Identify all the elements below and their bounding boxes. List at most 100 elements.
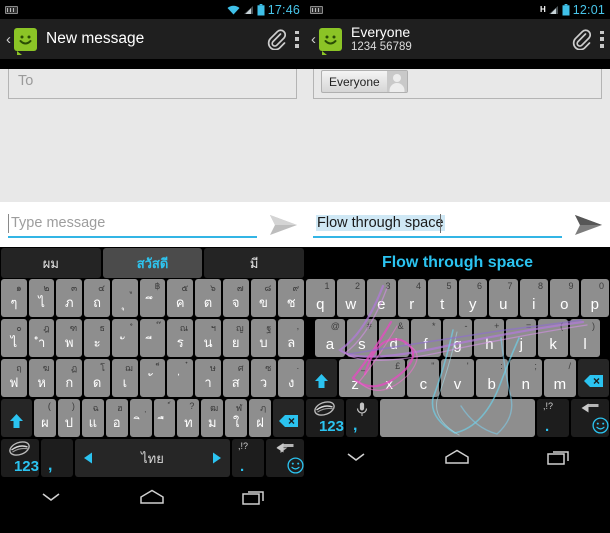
key-z[interactable]: _ z — [339, 359, 372, 397]
key-a[interactable]: @ a — [315, 319, 345, 357]
key-ๆ[interactable]: ๑ๆ — [1, 279, 27, 317]
comma-key[interactable]: , — [41, 439, 73, 477]
space-key[interactable]: ไทย — [75, 439, 230, 477]
hide-keyboard-icon[interactable] — [34, 485, 68, 509]
space-key[interactable] — [380, 399, 535, 437]
key-ส[interactable]: ศส — [222, 359, 249, 397]
key-g[interactable]: -g — [442, 319, 473, 357]
key-s[interactable]: # s — [346, 319, 377, 357]
home-icon[interactable] — [135, 485, 169, 509]
key-ำ[interactable]: ฎำ — [28, 319, 55, 357]
key-ต[interactable]: ๖ต — [195, 279, 221, 317]
recents-icon[interactable] — [237, 485, 271, 509]
key-f[interactable]: * f — [410, 319, 441, 357]
key-ิ[interactable]: ฺิ — [129, 399, 152, 437]
key-ม[interactable]: ฒม — [201, 399, 224, 437]
send-icon[interactable] — [573, 213, 604, 237]
key-ผ[interactable]: (ผ — [34, 399, 56, 437]
key-บ[interactable]: ฐบ — [250, 319, 277, 357]
key-ภ[interactable]: ๓ภ — [56, 279, 83, 317]
key-ะ[interactable]: ธะ — [84, 319, 110, 357]
key-ไ[interactable]: ๐ไ — [1, 319, 27, 357]
key-ข[interactable]: ๘ข — [250, 279, 277, 317]
shift-key[interactable] — [1, 399, 32, 437]
key-u[interactable]: 7u — [489, 279, 518, 317]
key-ง[interactable]: .ง — [278, 359, 305, 397]
key-y[interactable]: 6y — [458, 279, 487, 317]
key-ร[interactable]: ณร — [167, 319, 194, 357]
key-ใ[interactable]: ฬใ — [225, 399, 248, 437]
key-ก[interactable]: ฏก — [56, 359, 83, 397]
key-r[interactable]: 4r — [397, 279, 426, 317]
key-n[interactable]: ; n — [509, 359, 542, 397]
key-c[interactable]: " c — [407, 359, 440, 397]
key-q[interactable]: 1q — [306, 279, 335, 317]
paperclip-icon[interactable] — [572, 28, 592, 51]
key-h[interactable]: + h — [474, 319, 505, 357]
back-icon[interactable]: ‹ — [308, 32, 319, 47]
suggestion-item[interactable]: มี — [204, 248, 305, 278]
key-ห[interactable]: ฆห — [28, 359, 55, 397]
key-ฟ[interactable]: ฤฟ — [1, 359, 27, 397]
key-d[interactable]: & d — [378, 319, 409, 357]
key-เ[interactable]: ฌเ — [111, 359, 138, 397]
backspace-key[interactable] — [578, 359, 609, 397]
hide-keyboard-icon[interactable] — [339, 445, 373, 469]
key-ถ[interactable]: ๔ถ — [84, 279, 110, 317]
key-ฝ[interactable]: ฦฝ — [249, 399, 272, 437]
key-ย[interactable]: ญย — [222, 319, 249, 357]
key-ั[interactable]: ํั — [111, 319, 138, 357]
key-w[interactable]: 2w — [336, 279, 365, 317]
back-icon[interactable]: ‹ — [3, 32, 14, 47]
backspace-key[interactable] — [273, 399, 304, 437]
key-ื[interactable]: ์ื — [153, 399, 176, 437]
recipient-chip[interactable]: Everyone — [321, 70, 408, 93]
key-ป[interactable]: ) ป — [57, 399, 80, 437]
to-field[interactable]: To — [8, 69, 297, 99]
message-input-right[interactable]: Flow through space — [311, 210, 568, 240]
overflow-menu-icon[interactable] — [295, 30, 299, 48]
key-ว[interactable]: ซว — [250, 359, 277, 397]
recipients-field[interactable]: Everyone — [313, 69, 602, 99]
key-ล[interactable]: ,ล — [278, 319, 305, 357]
shift-key[interactable] — [306, 359, 337, 397]
key-้[interactable]: ็้ — [139, 359, 166, 397]
key-m[interactable]: / m — [543, 359, 576, 397]
numeric-mode-key[interactable]: 123 — [306, 399, 344, 437]
key-อ[interactable]: ฮอ — [105, 399, 128, 437]
key-o[interactable]: 9o — [550, 279, 579, 317]
key-ี[interactable]: ๊ี — [139, 319, 166, 357]
key-ุ[interactable]: ูุ — [111, 279, 138, 317]
home-icon[interactable] — [440, 445, 474, 469]
send-icon[interactable] — [268, 213, 299, 237]
key-ช[interactable]: ๙ช — [278, 279, 305, 317]
paperclip-icon[interactable] — [267, 28, 287, 51]
suggestion-item[interactable]: ผม — [1, 248, 101, 278]
key-i[interactable]: 8i — [519, 279, 548, 317]
recents-icon[interactable] — [542, 445, 576, 469]
key-ค[interactable]: ๕ค — [167, 279, 194, 317]
key-น[interactable]: ฯน — [195, 319, 221, 357]
key-l[interactable]: ) l — [570, 319, 601, 357]
key-b[interactable]: :b — [475, 359, 508, 397]
comma-mic-key[interactable]: , — [346, 399, 378, 437]
key-พ[interactable]: ฑพ — [56, 319, 83, 357]
key-แ[interactable]: ฉแ — [81, 399, 104, 437]
key-k[interactable]: (k — [538, 319, 569, 357]
overflow-menu-icon[interactable] — [600, 30, 604, 48]
key-า[interactable]: ษา — [195, 359, 221, 397]
enter-emoji-key[interactable] — [571, 399, 609, 437]
punctuation-key[interactable]: ,!? . — [537, 399, 569, 437]
key-v[interactable]: ' v — [441, 359, 474, 397]
key-ึ[interactable]: ฿ึ — [139, 279, 166, 317]
suggestion-item-active[interactable]: สวัสดี — [102, 248, 203, 278]
key-p[interactable]: 0p — [580, 279, 609, 317]
message-input-left[interactable]: Type message — [6, 210, 263, 240]
key-x[interactable]: £ x — [373, 359, 406, 397]
key-j[interactable]: = j — [506, 319, 537, 357]
enter-emoji-key[interactable] — [266, 439, 304, 477]
key-ด[interactable]: โด — [84, 359, 110, 397]
key-จ[interactable]: ๗จ — [222, 279, 249, 317]
numeric-mode-key[interactable]: 123 — [1, 439, 39, 477]
punctuation-key[interactable]: ,!? . — [232, 439, 264, 477]
